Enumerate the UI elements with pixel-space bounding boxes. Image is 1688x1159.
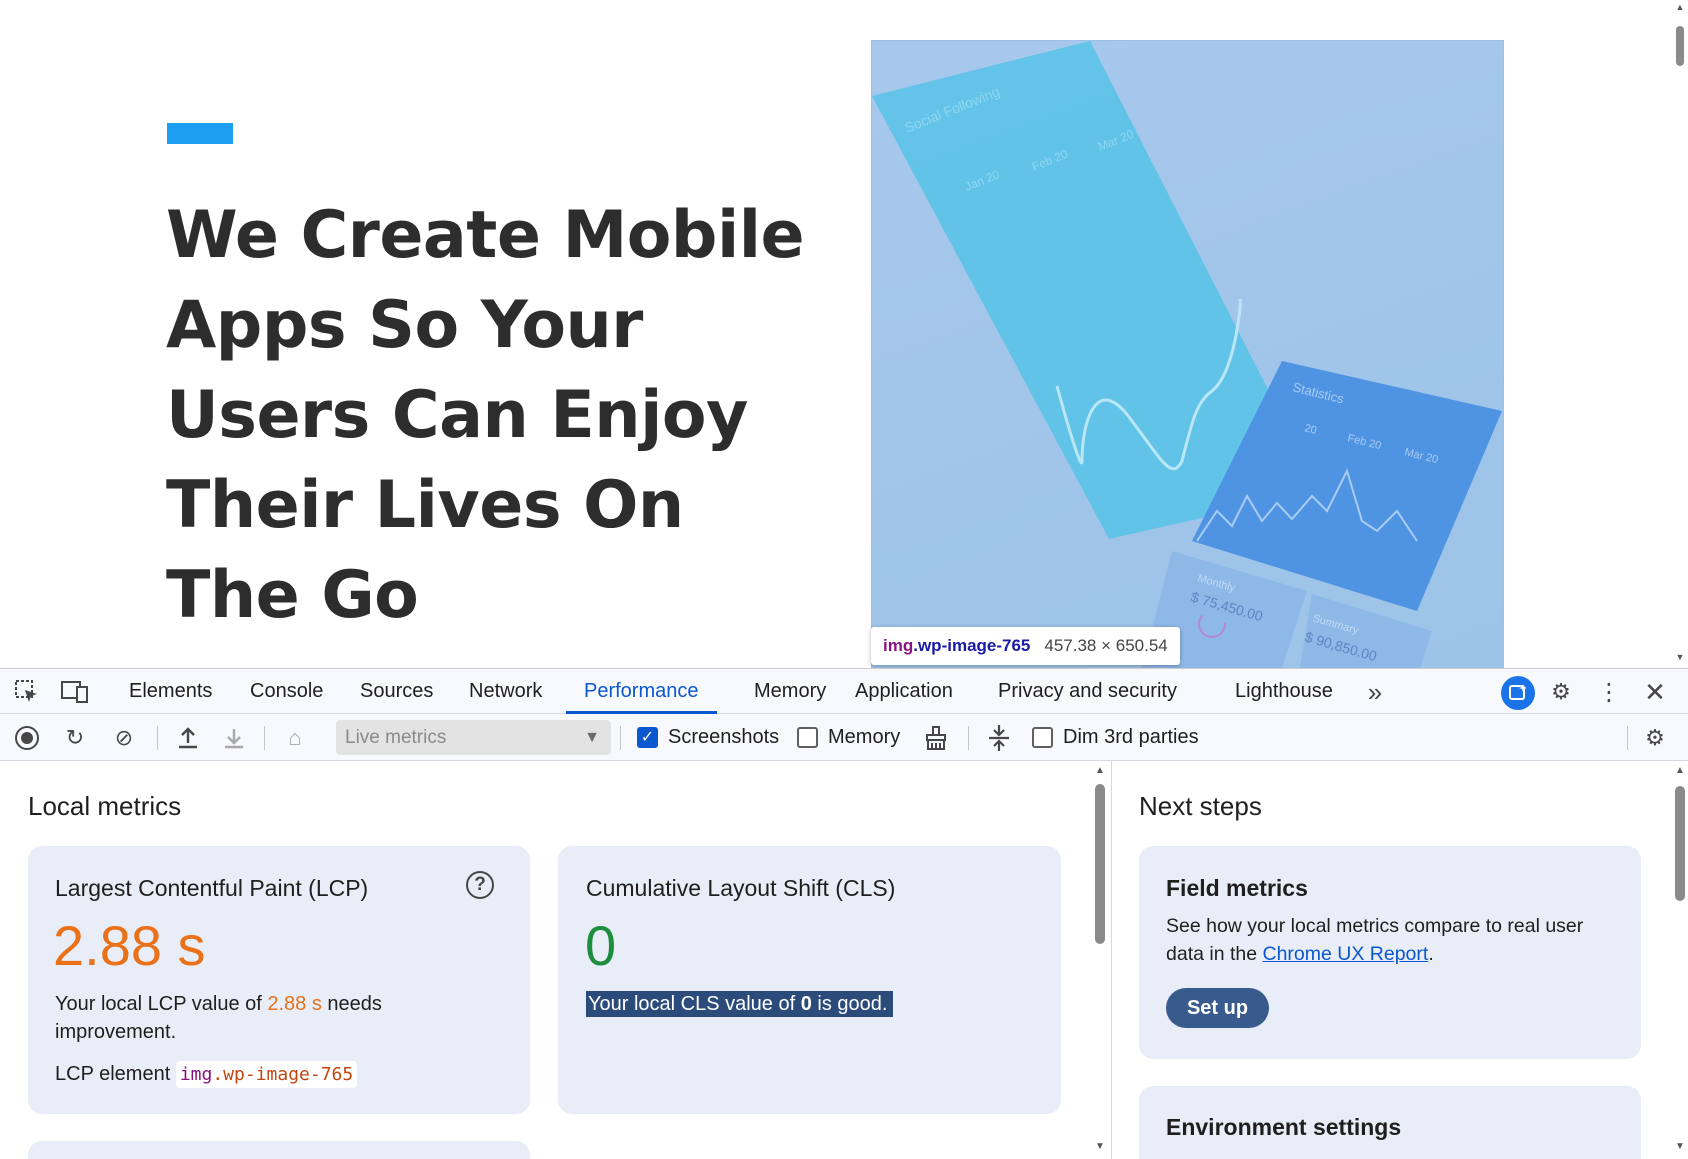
garbage-collect-icon[interactable] (922, 724, 950, 752)
next-steps-pane: Next steps Field metrics See how your lo… (1111, 761, 1688, 1159)
tab-network[interactable]: Network (451, 669, 560, 714)
scroll-down-icon[interactable]: ▼ (1675, 652, 1685, 662)
tooltip-dimensions: 457.38 × 650.54 (1044, 636, 1168, 655)
reload-record-icon[interactable]: ↻ (61, 724, 89, 752)
field-metrics-description: See how your local metrics compare to re… (1166, 915, 1584, 965)
lcp-value: 2.88 s (53, 914, 206, 977)
page-viewport: We Create Mobile Apps So Your Users Can … (0, 0, 1688, 668)
accent-bar (167, 123, 233, 144)
scroll-up-icon[interactable]: ▲ (1094, 765, 1106, 776)
chevron-down-icon: ▼ (584, 729, 600, 746)
scroll-down-icon[interactable]: ▼ (1094, 1141, 1106, 1152)
recording-select-value: Live metrics (345, 727, 447, 748)
page-scrollbar[interactable]: ▲ ▼ (1672, 0, 1688, 668)
local-metrics-scroll-thumb[interactable] (1095, 784, 1105, 944)
tooltip-class: .wp-image-765 (913, 636, 1031, 655)
kebab-menu-icon[interactable]: ⋮ (1595, 678, 1623, 706)
local-metrics-heading: Local metrics (28, 791, 182, 821)
lcp-element-label: LCP element (55, 1063, 171, 1085)
home-icon[interactable]: ⌂ (281, 724, 309, 752)
screenshots-checkbox[interactable]: ✓ (637, 727, 658, 748)
screenshots-label[interactable]: Screenshots (668, 714, 779, 761)
performance-content: Local metrics Largest Contentful Paint (… (0, 761, 1688, 1159)
help-icon[interactable]: ? (466, 871, 494, 899)
cls-title: Cumulative Layout Shift (CLS) (586, 875, 896, 901)
clear-icon[interactable]: ⊘ (110, 724, 138, 752)
lcp-description: Your local LCP value of 2.88 s needs imp… (55, 993, 382, 1043)
device-toolbar-icon[interactable] (61, 678, 89, 706)
inspect-element-icon[interactable] (13, 678, 41, 706)
dim-3rd-parties-checkbox[interactable] (1032, 727, 1053, 748)
cls-description-value: 0 (800, 993, 812, 1015)
lcp-element-link[interactable]: img.wp-image-765 (175, 1061, 358, 1088)
tab-performance[interactable]: Performance (566, 669, 717, 714)
tab-elements[interactable]: Elements (111, 669, 230, 714)
collapse-tracks-icon[interactable] (985, 724, 1013, 752)
devtools-panel: Elements Console Sources Network Perform… (0, 668, 1688, 1159)
next-steps-scroll-thumb[interactable] (1675, 786, 1685, 901)
settings-gear-icon[interactable]: ⚙ (1547, 678, 1575, 706)
scroll-up-icon[interactable]: ▲ (1674, 765, 1686, 776)
ai-assistance-icon[interactable] (1501, 676, 1535, 710)
upload-icon[interactable] (174, 724, 202, 752)
cls-value: 0 (585, 914, 617, 977)
environment-settings-card: Environment settings (1139, 1086, 1641, 1159)
local-metrics-scrollbar[interactable]: ▲ ▼ (1093, 761, 1107, 1159)
memory-label[interactable]: Memory (828, 714, 900, 761)
cls-description: Your local CLS value of 0 is good. (586, 990, 894, 1018)
field-metrics-card: Field metrics See how your local metrics… (1139, 846, 1641, 1059)
field-metrics-title: Field metrics (1166, 875, 1308, 901)
next-steps-heading: Next steps (1139, 791, 1262, 821)
tab-memory[interactable]: Memory (736, 669, 844, 714)
tab-lighthouse[interactable]: Lighthouse (1217, 669, 1351, 714)
lcp-element-row: LCP element img.wp-image-765 (55, 1060, 358, 1089)
close-devtools-icon[interactable]: ✕ (1641, 677, 1669, 707)
hero-image[interactable]: Social Following Jan 20 Feb 20 Mar 20 St… (871, 40, 1504, 668)
page-scroll-thumb[interactable] (1676, 26, 1684, 66)
lcp-description-value: 2.88 s (267, 993, 322, 1015)
capture-settings-gear-icon[interactable]: ⚙ (1641, 724, 1669, 752)
record-icon[interactable] (13, 724, 41, 752)
setup-button[interactable]: Set up (1166, 988, 1269, 1028)
devtools-tabbar: Elements Console Sources Network Perform… (0, 669, 1688, 714)
scroll-down-icon[interactable]: ▼ (1674, 1141, 1686, 1152)
tab-sources[interactable]: Sources (342, 669, 451, 714)
next-metric-card (28, 1141, 530, 1159)
tab-application[interactable]: Application (837, 669, 971, 714)
local-metrics-pane: Local metrics Largest Contentful Paint (… (0, 761, 1110, 1159)
memory-checkbox[interactable] (797, 727, 818, 748)
tab-console[interactable]: Console (232, 669, 341, 714)
scroll-up-icon[interactable]: ▲ (1675, 2, 1685, 12)
element-tooltip: img .wp-image-765 457.38 × 650.54 (871, 627, 1180, 665)
lcp-card: Largest Contentful Paint (LCP) ? 2.88 s … (28, 846, 530, 1114)
next-steps-scrollbar[interactable]: ▲ ▼ (1673, 761, 1687, 1159)
download-icon[interactable] (220, 724, 248, 752)
chrome-ux-report-link[interactable]: Chrome UX Report (1263, 943, 1429, 965)
lcp-title: Largest Contentful Paint (LCP) (55, 875, 369, 901)
environment-settings-title: Environment settings (1166, 1114, 1402, 1140)
recording-select[interactable]: Live metrics ▼ (336, 720, 611, 755)
hero-title: We Create Mobile Apps So Your Users Can … (166, 198, 805, 633)
performance-toolbar: ↻ ⊘ ⌂ Live metrics ▼ ✓ Screenshots Memor… (0, 714, 1688, 761)
dim-3rd-parties-label[interactable]: Dim 3rd parties (1063, 714, 1199, 761)
tab-privacy-security[interactable]: Privacy and security (980, 669, 1195, 714)
cls-card: Cumulative Layout Shift (CLS) 0 Your loc… (558, 846, 1061, 1114)
more-tabs-icon[interactable]: » (1361, 677, 1389, 707)
tooltip-tag: img (883, 636, 914, 655)
